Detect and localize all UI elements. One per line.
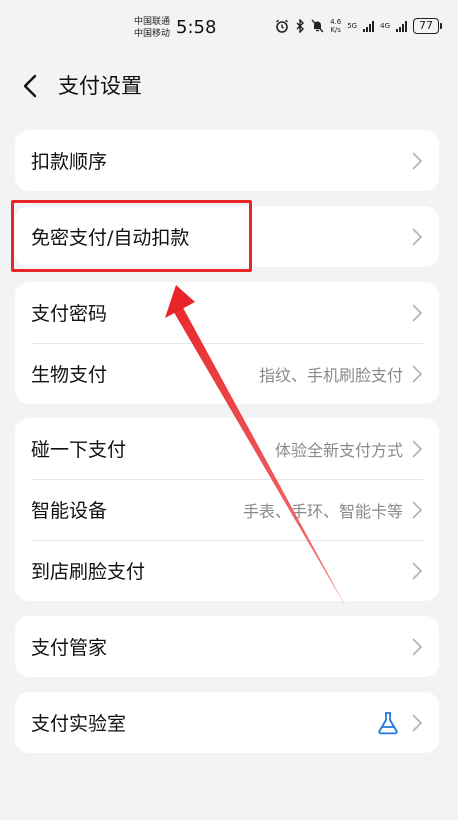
settings-group-1: 扣款顺序 [15,130,439,191]
row-label: 生物支付 [31,364,108,386]
row-value: 手表、手环、智能卡等 [242,501,403,521]
battery-icon: 77 [413,18,442,34]
battery-level: 77 [413,18,439,34]
settings-group-5: 支付管家 [15,616,439,677]
chevron-right-icon [412,227,423,246]
carrier-info: 中国联通 中国移动 [134,16,170,40]
carrier-2: 中国移动 [134,29,171,39]
row-value: 指纹、手机刷脸支付 [258,365,403,385]
highlight-box [11,200,252,272]
signal-bars-2-icon [396,20,407,32]
network-speed: 4.6 K/s [330,18,341,34]
smart-devices-row[interactable]: 智能设备 手表、手环、智能卡等 [15,479,439,540]
speed-unit: K/s [330,26,341,34]
network-type-2: 4G [380,22,390,30]
status-icons: 4.6 K/s 5G 4G 77 [275,18,442,34]
alarm-icon [276,19,289,33]
chevron-right-icon [412,561,423,580]
biometric-payment-row[interactable]: 生物支付 指纹、手机刷脸支付 [15,343,439,404]
mute-icon [311,19,324,33]
status-bar: 中国联通 中国移动 5:58 4.6 K/s 5G 4G 77 [0,0,458,56]
network-type-1: 5G [347,22,358,30]
signal-bars-1-icon [363,20,375,32]
bluetooth-icon [296,19,305,33]
row-label: 支付实验室 [31,713,127,735]
chevron-right-icon [412,637,423,656]
row-label: 智能设备 [31,500,108,522]
back-arrow-icon[interactable] [20,72,44,100]
chevron-right-icon [412,151,423,170]
settings-group-6: 支付实验室 [15,692,439,753]
deduction-order-row[interactable]: 扣款顺序 [15,130,439,191]
chevron-right-icon [412,500,423,519]
row-label: 扣款顺序 [31,151,108,173]
row-label: 碰一下支付 [31,439,127,461]
row-label: 支付密码 [31,303,108,325]
payment-lab-row[interactable]: 支付实验室 [15,692,439,753]
chevron-right-icon [412,364,423,383]
chevron-right-icon [412,303,423,322]
clock: 5:58 [176,17,217,38]
chevron-right-icon [412,439,423,458]
header: 支付设置 [0,60,458,112]
row-label: 到店刷脸支付 [31,561,146,583]
payment-password-row[interactable]: 支付密码 [15,282,439,343]
speed-value: 4.6 [330,18,342,26]
settings-group-3: 支付密码 生物支付 指纹、手机刷脸支付 [15,282,439,404]
row-label: 支付管家 [31,637,108,659]
tap-to-pay-row[interactable]: 碰一下支付 体验全新支付方式 [15,418,439,479]
flask-icon [378,711,398,734]
in-store-face-pay-row[interactable]: 到店刷脸支付 [15,540,439,601]
page-title: 支付设置 [58,74,142,98]
carrier-1: 中国联通 [134,17,171,27]
settings-group-4: 碰一下支付 体验全新支付方式 智能设备 手表、手环、智能卡等 到店刷脸支付 [15,418,439,601]
payment-butler-row[interactable]: 支付管家 [15,616,439,677]
row-value: 体验全新支付方式 [274,440,403,460]
chevron-right-icon [412,713,423,732]
